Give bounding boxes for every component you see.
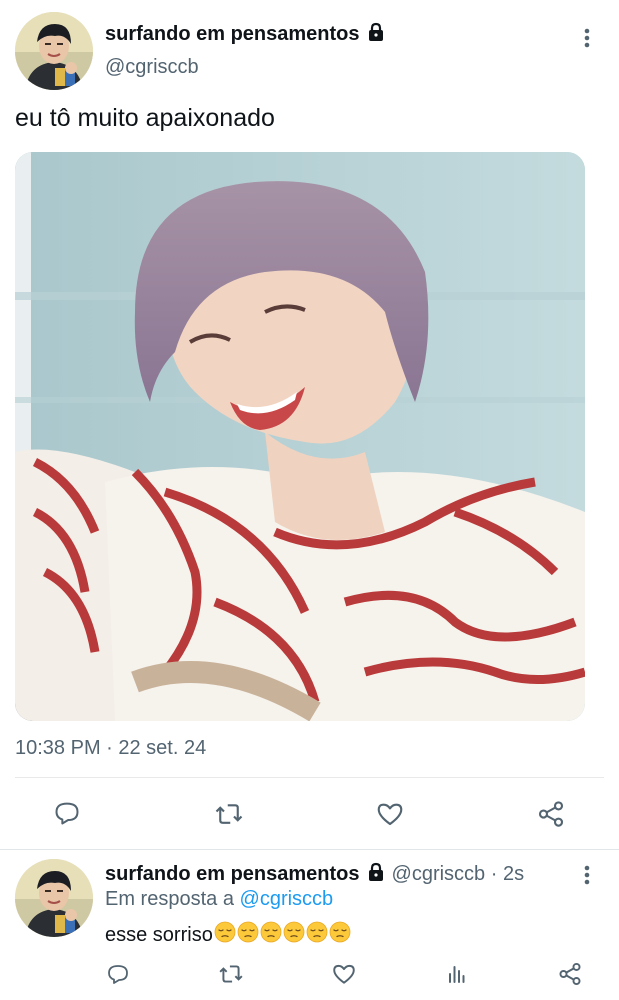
display-name[interactable]: surfando em pensamentos xyxy=(105,22,386,46)
pensive-face-icon xyxy=(329,921,351,943)
reply-handle[interactable]: @cgrisccb xyxy=(392,863,486,885)
reply-header: surfando em pensamentos @cgrisccb · 2s xyxy=(105,862,524,886)
like-icon xyxy=(333,964,355,984)
share-button[interactable] xyxy=(534,797,568,831)
pensive-face-icon xyxy=(283,921,305,943)
retweet-icon xyxy=(215,804,243,824)
reply-more-options-icon[interactable] xyxy=(581,863,593,887)
retweet-icon xyxy=(219,965,243,983)
reply-text: esse sorriso xyxy=(105,921,351,949)
main-tweet: surfando em pensamentos @cgrisccb eu tô … xyxy=(0,0,619,850)
reply-views-button[interactable] xyxy=(443,960,471,988)
replying-prefix: Em resposta a xyxy=(105,888,240,910)
reply-icon xyxy=(108,965,128,984)
tweet-text: eu tô muito apaixonado xyxy=(15,104,275,132)
like-icon xyxy=(377,803,403,826)
retweet-button[interactable] xyxy=(212,797,246,831)
reply-button[interactable] xyxy=(51,797,83,829)
like-button[interactable] xyxy=(373,797,407,831)
pensive-face-icon xyxy=(306,921,328,943)
lock-icon xyxy=(368,862,383,881)
reply-reply-button[interactable] xyxy=(104,960,132,988)
more-options-icon[interactable] xyxy=(581,26,593,50)
reply-retweet-button[interactable] xyxy=(217,960,245,988)
tweet-separator xyxy=(0,849,619,850)
lock-icon xyxy=(368,22,383,41)
handle[interactable]: @cgrisccb xyxy=(105,56,199,79)
reply-text-content: esse sorriso xyxy=(105,923,213,946)
tweet-timestamp[interactable]: 10:38 PM · 22 set. 24 xyxy=(15,737,206,760)
share-icon xyxy=(538,801,564,827)
reply-share-button[interactable] xyxy=(556,960,584,988)
divider xyxy=(15,777,604,778)
reply-like-button[interactable] xyxy=(330,960,358,988)
reply-display-name[interactable]: surfando em pensamentos xyxy=(105,863,360,885)
share-icon xyxy=(559,962,581,986)
avatar[interactable] xyxy=(15,12,93,90)
pensive-face-icon xyxy=(260,921,282,943)
tweet-photo[interactable] xyxy=(15,152,585,721)
reply-age[interactable]: · 2s xyxy=(491,863,524,885)
reply-icon xyxy=(55,802,79,825)
emoji-row xyxy=(213,921,351,949)
display-name-text: surfando em pensamentos xyxy=(105,23,360,45)
pensive-face-icon xyxy=(237,921,259,943)
replying-to: Em resposta a @cgrisccb xyxy=(105,888,333,911)
replying-mention[interactable]: @cgrisccb xyxy=(240,888,334,910)
pensive-face-icon xyxy=(214,921,236,943)
views-icon xyxy=(449,966,465,983)
reply-avatar[interactable] xyxy=(15,859,93,937)
